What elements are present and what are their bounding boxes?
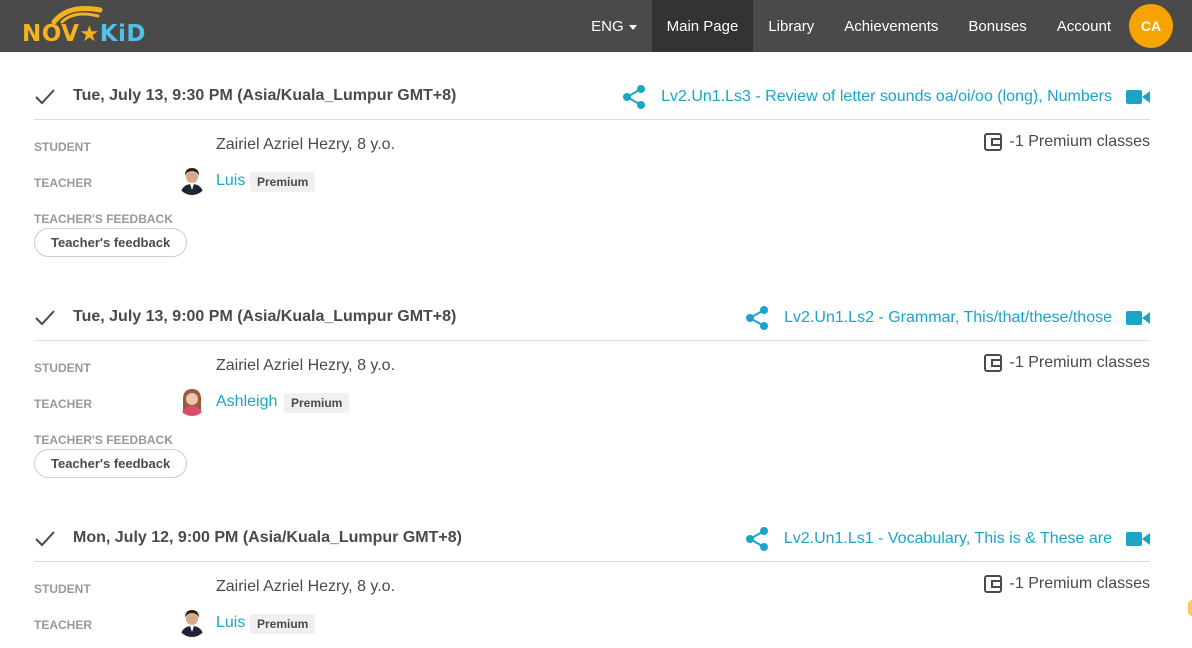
- language-label: ENG: [591, 17, 624, 35]
- logo-text-nov: NOV: [22, 21, 80, 47]
- lesson-header: Tue, July 13, 9:00 PM (Asia/Kuala_Lumpur…: [34, 293, 1150, 341]
- teacher-feedback-button[interactable]: Teacher's feedback: [34, 228, 188, 257]
- student-name: Zairiel Azriel Hezry, 8 y.o.: [216, 578, 396, 595]
- lesson-datetime: Mon, July 12, 9:00 PM (Asia/Kuala_Lumpur…: [73, 529, 462, 546]
- scroll-edge-indicator: [1188, 600, 1192, 616]
- nav-account[interactable]: Account: [1042, 0, 1126, 52]
- nav-library[interactable]: Library: [753, 0, 829, 52]
- teacher-feedback-label: TEACHER'S FEEDBACK: [34, 212, 173, 226]
- lesson-header: Mon, July 12, 9:00 PM (Asia/Kuala_Lumpur…: [34, 514, 1150, 562]
- check-icon: [35, 89, 55, 105]
- class-balance: -1 Premium classes: [983, 354, 1150, 372]
- class-balance: -1 Premium classes: [983, 575, 1150, 593]
- video-camera-icon[interactable]: [1126, 531, 1150, 547]
- lesson-title-link[interactable]: Lv2.Un1.Ls2 - Grammar, This/that/these/t…: [784, 307, 1112, 329]
- student-label: STUDENT: [34, 361, 91, 375]
- teacher-avatar[interactable]: [177, 165, 207, 195]
- top-navigation-bar: NOV★KiD ENG Main Page Library Achievemen…: [0, 0, 1192, 52]
- teacher-avatar[interactable]: [177, 386, 207, 416]
- lesson-card: Tue, July 13, 9:00 PM (Asia/Kuala_Lumpur…: [34, 293, 1150, 483]
- lesson-datetime: Tue, July 13, 9:30 PM (Asia/Kuala_Lumpur…: [73, 87, 457, 104]
- video-camera-icon[interactable]: [1126, 310, 1150, 326]
- teacher-label: TEACHER: [34, 176, 93, 190]
- share-icon[interactable]: [744, 305, 770, 331]
- language-selector[interactable]: ENG: [576, 0, 652, 52]
- teacher-name-link[interactable]: Luis: [216, 172, 245, 190]
- lesson-card: Tue, July 13, 9:30 PM (Asia/Kuala_Lumpur…: [34, 72, 1150, 262]
- check-icon: [35, 310, 55, 326]
- share-icon[interactable]: [621, 84, 647, 110]
- balance-text: -1 Premium classes: [1009, 575, 1150, 592]
- nav-main-page[interactable]: Main Page: [651, 0, 754, 52]
- student-label: STUDENT: [34, 582, 91, 596]
- logo-text-kid: KiD: [99, 21, 147, 47]
- student-name: Zairiel Azriel Hezry, 8 y.o.: [216, 357, 396, 374]
- lesson-header: Tue, July 13, 9:30 PM (Asia/Kuala_Lumpur…: [34, 72, 1150, 120]
- share-icon[interactable]: [744, 526, 770, 552]
- class-balance: -1 Premium classes: [983, 133, 1150, 151]
- student-name: Zairiel Azriel Hezry, 8 y.o.: [216, 136, 396, 153]
- teacher-feedback-label: TEACHER'S FEEDBACK: [34, 433, 173, 447]
- nav-bonuses[interactable]: Bonuses: [953, 0, 1041, 52]
- check-icon: [35, 531, 55, 547]
- teacher-label: TEACHER: [34, 618, 93, 632]
- teacher-avatar[interactable]: [177, 607, 207, 637]
- lesson-title-link[interactable]: Lv2.Un1.Ls1 - Vocabulary, This is & Thes…: [784, 528, 1112, 550]
- balance-text: -1 Premium classes: [1009, 354, 1150, 371]
- premium-badge: Premium: [284, 393, 350, 413]
- nav-achievements[interactable]: Achievements: [829, 0, 953, 52]
- teacher-name-link[interactable]: Luis: [216, 614, 245, 632]
- teacher-label: TEACHER: [34, 397, 93, 411]
- teacher-feedback-button[interactable]: Teacher's feedback: [34, 449, 188, 478]
- user-avatar[interactable]: CA: [1129, 4, 1173, 48]
- lesson-card: Mon, July 12, 9:00 PM (Asia/Kuala_Lumpur…: [34, 514, 1150, 648]
- premium-badge: Premium: [250, 172, 316, 192]
- wallet-icon: [983, 133, 1002, 151]
- lesson-datetime: Tue, July 13, 9:00 PM (Asia/Kuala_Lumpur…: [73, 308, 457, 325]
- novakid-logo[interactable]: NOV★KiD: [20, 2, 147, 50]
- wallet-icon: [983, 354, 1002, 372]
- lesson-title-link[interactable]: Lv2.Un1.Ls3 - Review of letter sounds oa…: [661, 86, 1112, 108]
- video-camera-icon[interactable]: [1126, 89, 1150, 105]
- wallet-icon: [983, 575, 1002, 593]
- student-label: STUDENT: [34, 140, 91, 154]
- chevron-down-icon: [628, 24, 637, 30]
- premium-badge: Premium: [250, 614, 316, 634]
- teacher-name-link[interactable]: Ashleigh: [216, 393, 277, 411]
- logo-star-icon: ★: [79, 22, 100, 47]
- balance-text: -1 Premium classes: [1009, 133, 1150, 150]
- main-nav: ENG Main Page Library Achievements Bonus…: [576, 0, 1192, 52]
